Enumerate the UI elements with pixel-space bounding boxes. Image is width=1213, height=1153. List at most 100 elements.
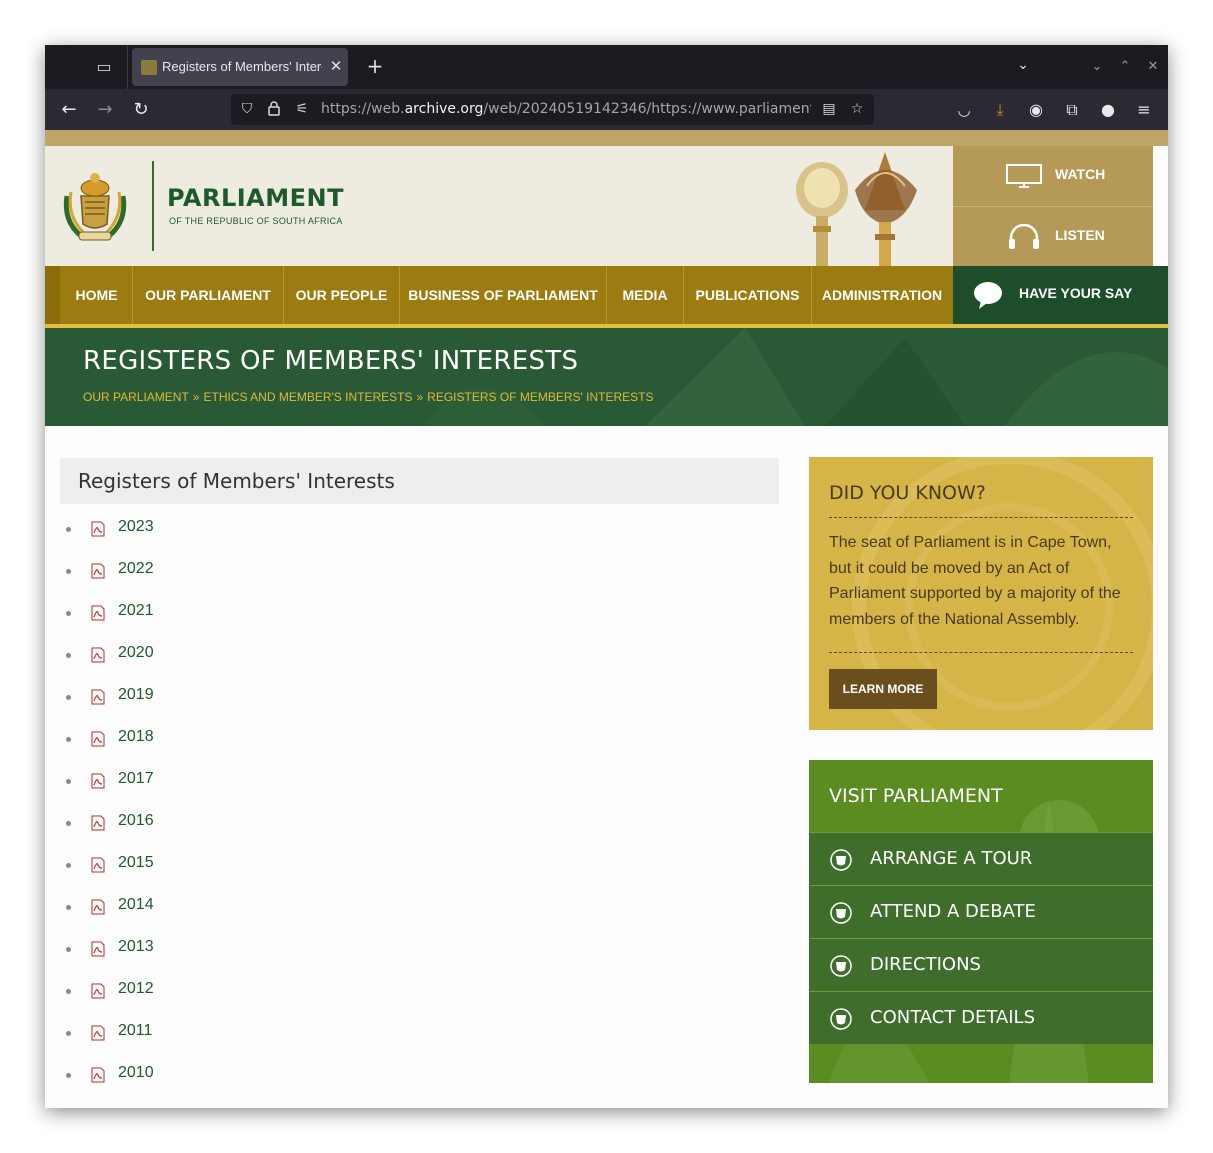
bullet: [66, 527, 71, 532]
arrange-tour-link[interactable]: ARRANGE A TOUR: [809, 832, 1153, 885]
register-list: 2023 2022 2021 2020 2019 2018 2017 2016 …: [60, 510, 560, 1098]
minimize-icon[interactable]: ⌄: [1088, 57, 1106, 77]
year-link-2019[interactable]: 2019: [118, 686, 154, 704]
visit-parliament-panel: VISIT PARLIAMENT ARRANGE A TOUR ATTEND A…: [809, 760, 1153, 1083]
pdf-icon: [91, 941, 105, 957]
active-tab[interactable]: Registers of Members' Interests ✕: [132, 48, 348, 86]
year-link-2013[interactable]: 2013: [118, 938, 154, 956]
arrange-tour-label: ARRANGE A TOUR: [870, 848, 1033, 869]
pdf-icon: [91, 899, 105, 915]
divider: [829, 517, 1133, 518]
menu-item-administration[interactable]: ADMINISTRATION: [812, 266, 952, 324]
speech-bubble-icon: [974, 282, 1002, 309]
list-item: 2021: [60, 594, 560, 636]
back-icon[interactable]: ←: [57, 98, 81, 122]
permissions-icon[interactable]: ⚟: [293, 100, 311, 118]
browser-window: ▭ Registers of Members' Interests ✕ + ⌄ …: [45, 45, 1168, 1108]
list-item: 2019: [60, 678, 560, 720]
close-tab-icon[interactable]: ✕: [328, 57, 344, 75]
bullet: [66, 1073, 71, 1078]
breadcrumb-separator: »: [192, 390, 200, 404]
breadcrumb: OUR PARLIAMENT» ETHICS AND MEMBER'S INTER…: [83, 390, 654, 404]
tab-title: Registers of Members' Interests: [162, 59, 322, 74]
coat-of-arms-icon[interactable]: [59, 166, 131, 246]
attend-debate-link[interactable]: ATTEND A DEBATE: [809, 885, 1153, 938]
watch-link[interactable]: WATCH: [953, 146, 1153, 206]
bullet: [66, 779, 71, 784]
pdf-icon: [91, 857, 105, 873]
lock-icon[interactable]: [265, 100, 283, 118]
reload-icon[interactable]: ↻: [129, 98, 153, 122]
maximize-icon[interactable]: ⌃: [1116, 57, 1134, 77]
list-item: 2016: [60, 804, 560, 846]
have-your-say-link[interactable]: HAVE YOUR SAY: [953, 266, 1168, 324]
watch-label: WATCH: [1055, 166, 1106, 182]
breadcrumb-ethics[interactable]: ETHICS AND MEMBER'S INTERESTS: [203, 390, 412, 404]
account-icon[interactable]: ●: [1096, 98, 1120, 122]
menu-item-home[interactable]: HOME: [61, 266, 133, 324]
year-link-2017[interactable]: 2017: [118, 770, 154, 788]
tab-strip: ▭ Registers of Members' Interests ✕ + ⌄ …: [45, 45, 1168, 89]
close-window-icon[interactable]: ✕: [1144, 57, 1162, 77]
year-link-2018[interactable]: 2018: [118, 728, 154, 746]
year-link-2010[interactable]: 2010: [118, 1064, 154, 1082]
downloads-icon[interactable]: ⤓: [988, 98, 1012, 122]
extensions-icon[interactable]: ⧉: [1060, 98, 1084, 122]
list-item: 2010: [60, 1056, 560, 1098]
year-link-2016[interactable]: 2016: [118, 812, 154, 830]
breadcrumb-our-parliament[interactable]: OUR PARLIAMENT: [83, 390, 189, 404]
reader-view-icon[interactable]: ▤: [820, 100, 838, 118]
tab-overview-icon[interactable]: ▭: [94, 57, 114, 77]
container-icon[interactable]: ◉: [1024, 98, 1048, 122]
list-item: 2023: [60, 510, 560, 552]
list-item: 2011: [60, 1014, 560, 1056]
bullet: [66, 863, 71, 868]
bullet: [66, 947, 71, 952]
pdf-icon: [91, 605, 105, 621]
menu-item-media[interactable]: MEDIA: [607, 266, 684, 324]
crest-icon: [830, 902, 852, 924]
year-link-2020[interactable]: 2020: [118, 644, 154, 662]
bullet: [66, 653, 71, 658]
menu-icon[interactable]: ≡: [1132, 98, 1156, 122]
site-header: PARLIAMENT OF THE REPUBLIC OF SOUTH AFRI…: [45, 146, 953, 266]
pdf-icon: [91, 521, 105, 537]
menu-item-business-of-parliament[interactable]: BUSINESS OF PARLIAMENT: [400, 266, 607, 324]
mace-image: [796, 152, 917, 266]
new-tab-icon[interactable]: +: [364, 55, 386, 77]
year-link-2023[interactable]: 2023: [118, 518, 154, 536]
logo-title[interactable]: PARLIAMENT: [167, 184, 344, 212]
top-strip: [45, 130, 1168, 146]
menu-item-publications[interactable]: PUBLICATIONS: [684, 266, 812, 324]
year-link-2011[interactable]: 2011: [118, 1022, 152, 1040]
list-item: 2012: [60, 972, 560, 1014]
url-bar[interactable]: ⛉ ⚟ https://web.archive.org/web/20240519…: [231, 94, 874, 125]
list-item: 2015: [60, 846, 560, 888]
url-text[interactable]: https://web.archive.org/web/202405191423…: [321, 101, 811, 119]
shield-icon[interactable]: ⛉: [238, 100, 256, 118]
did-you-know-text: The seat of Parliament is in Cape Town, …: [829, 534, 1121, 628]
learn-more-button[interactable]: LEARN MORE: [829, 669, 937, 709]
pocket-icon[interactable]: ◡: [952, 98, 976, 122]
forward-icon[interactable]: →: [93, 98, 117, 122]
year-link-2022[interactable]: 2022: [118, 560, 154, 578]
page-banner: REGISTERS OF MEMBERS' INTERESTS OUR PARL…: [45, 328, 1168, 426]
year-link-2015[interactable]: 2015: [118, 854, 154, 872]
year-link-2012[interactable]: 2012: [118, 980, 154, 998]
menu-item-our-parliament[interactable]: OUR PARLIAMENT: [133, 266, 284, 324]
bullet: [66, 611, 71, 616]
list-tabs-icon[interactable]: ⌄: [1013, 57, 1033, 77]
pdf-icon: [91, 983, 105, 999]
bullet: [66, 905, 71, 910]
directions-link[interactable]: DIRECTIONS: [809, 938, 1153, 991]
year-link-2014[interactable]: 2014: [118, 896, 154, 914]
contact-details-link[interactable]: CONTACT DETAILS: [809, 991, 1153, 1044]
menu-item-our-people[interactable]: OUR PEOPLE: [284, 266, 400, 324]
list-item: 2022: [60, 552, 560, 594]
menu-edge: [45, 266, 60, 324]
logo-divider: [152, 161, 154, 251]
year-link-2021[interactable]: 2021: [118, 602, 154, 620]
bookmark-star-icon[interactable]: ☆: [848, 100, 866, 118]
listen-link[interactable]: LISTEN: [953, 206, 1153, 267]
web-page: PARLIAMENT OF THE REPUBLIC OF SOUTH AFRI…: [45, 130, 1168, 1108]
